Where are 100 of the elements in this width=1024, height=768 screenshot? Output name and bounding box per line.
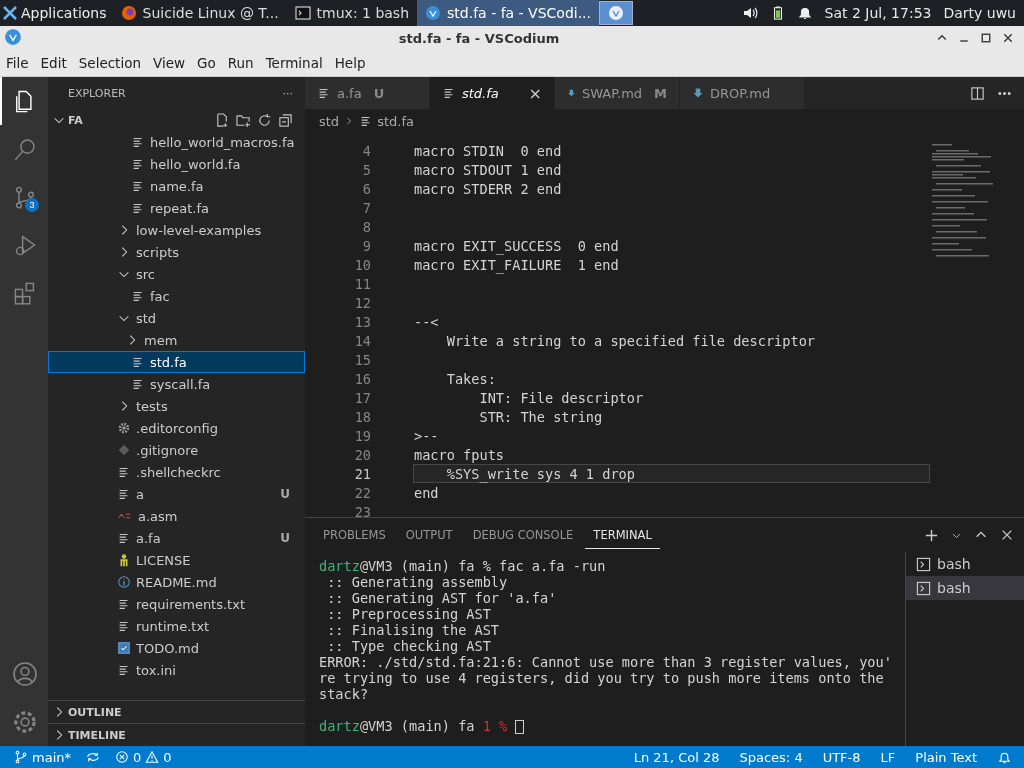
explorer-folder[interactable]: src	[48, 263, 305, 285]
line-number: 23	[353, 503, 372, 520]
menu-item[interactable]: Run	[221, 55, 260, 71]
settings-icon[interactable]	[12, 709, 38, 735]
line-number: 17	[353, 389, 372, 406]
file-lines-icon	[131, 135, 145, 149]
refresh-icon[interactable]	[257, 112, 272, 128]
line-number: 14	[353, 332, 372, 349]
editor-tab[interactable]: DROP.md	[680, 77, 805, 109]
explorer-folder[interactable]: tests	[48, 395, 305, 417]
explorer-entry[interactable]: .editorconfig	[48, 417, 305, 439]
close-icon[interactable]	[1002, 32, 1014, 44]
folder-header[interactable]: FA	[48, 109, 305, 131]
new-folder-icon[interactable]	[236, 112, 251, 128]
workspace-button[interactable]	[599, 1, 634, 25]
plus-icon[interactable]	[924, 527, 939, 543]
explorer-entry[interactable]: name.fa	[48, 175, 305, 197]
explorer-entry[interactable]: fac	[48, 285, 305, 307]
branch-status[interactable]: main*	[14, 749, 71, 765]
editor-tab[interactable]: std.fa ×	[430, 77, 555, 109]
code-line: >--	[413, 427, 440, 445]
menu-item[interactable]: View	[146, 55, 191, 71]
explorer-entry[interactable]: syscall.fa	[48, 373, 305, 395]
panel-tab[interactable]: PROBLEMS	[315, 521, 394, 549]
file-lines-icon	[131, 289, 145, 303]
explorer-folder[interactable]: low-level-examples	[48, 219, 305, 241]
new-file-icon[interactable]	[215, 112, 230, 128]
explorer-entry[interactable]: a U	[48, 483, 305, 505]
panel-tab[interactable]: TERMINAL	[585, 521, 660, 549]
explorer-entry[interactable]: repeat.fa	[48, 197, 305, 219]
terminal-item[interactable]: bash	[906, 552, 1024, 576]
menu-item[interactable]: Terminal	[259, 55, 329, 71]
maximize-icon[interactable]	[980, 32, 992, 44]
status-item[interactable]: Spaces: 4	[739, 749, 803, 765]
menu-item[interactable]: Help	[328, 55, 372, 71]
explorer-entry[interactable]: a.fa U	[48, 527, 305, 549]
activity-button[interactable]: 3	[0, 173, 48, 221]
menu-item[interactable]: Edit	[34, 55, 73, 71]
explorer-folder[interactable]: scripts	[48, 241, 305, 263]
file-lines-icon	[117, 465, 131, 479]
terminal-icon	[916, 556, 931, 572]
sidebar-title: EXPLORER	[68, 86, 127, 100]
collapse-icon[interactable]	[278, 112, 293, 128]
explorer-entry[interactable]: requirements.txt	[48, 593, 305, 615]
more-button[interactable]: ···	[282, 86, 293, 100]
editor-tab[interactable]: SWAP.md M	[555, 77, 680, 109]
breadcrumb-item[interactable]: std	[319, 113, 340, 129]
explorer-entry[interactable]: .shellcheckrc	[48, 461, 305, 483]
status-item[interactable]: Ln 21, Col 28	[633, 749, 720, 765]
explorer-folder[interactable]: std	[48, 307, 305, 329]
panel-tab[interactable]: DEBUG CONSOLE	[464, 521, 582, 549]
app-logo-icon	[608, 5, 625, 21]
explorer-entry[interactable]: runtime.txt	[48, 615, 305, 637]
explorer-entry[interactable]: tox.ini	[48, 659, 305, 681]
terminal-item[interactable]: bash	[906, 576, 1024, 600]
split-editor-icon[interactable]	[970, 85, 985, 101]
terminal-icon	[294, 5, 311, 21]
file-lines-icon	[117, 663, 131, 677]
breadcrumb-item[interactable]: std.fa	[377, 113, 414, 129]
terminal-line: :: Finalising the AST	[326, 622, 500, 638]
code-line: macro STDOUT 1 end	[413, 161, 563, 179]
down-arrow-icon	[692, 86, 704, 100]
user-name[interactable]: Darty uwu	[943, 5, 1016, 21]
explorer-entry[interactable]: LICENSE	[48, 549, 305, 571]
menu-item[interactable]: Go	[191, 55, 222, 71]
code-line: STR: The string	[478, 408, 604, 426]
terminal-line: dartz@VM3 (main) fa % fac a.fa -run	[319, 558, 606, 574]
menu-item[interactable]: File	[0, 55, 35, 71]
section-header[interactable]: OUTLINE	[48, 700, 305, 723]
problems-status[interactable]: 0 0	[115, 749, 172, 765]
status-item[interactable]: UTF-8	[822, 749, 861, 765]
explorer-entry[interactable]: hello_world_macros.fa	[48, 131, 305, 153]
code-line: Write a string to a specified file descriptor	[445, 332, 817, 350]
terminal-line: :: Generating assembly	[326, 574, 508, 590]
status-item[interactable]: Plain Text	[915, 749, 977, 765]
explorer-entry[interactable]: .gitignore	[48, 439, 305, 461]
status-item[interactable]: LF	[880, 749, 896, 765]
bell-icon[interactable]	[796, 5, 813, 21]
panel-tab[interactable]: OUTPUT	[397, 521, 461, 549]
window-title: std.fa - fa - VSCodium	[397, 30, 561, 46]
code-line: macro EXIT_FAILURE 1 end	[413, 256, 620, 274]
explorer-entry[interactable]: a.asm	[48, 505, 305, 527]
applications-menu[interactable]: Applications	[0, 0, 113, 26]
file-lines-icon	[317, 86, 331, 100]
terminal-line: :: Type checking AST	[326, 638, 491, 654]
explorer-entry[interactable]: README.md	[48, 571, 305, 593]
account-icon[interactable]	[12, 661, 38, 687]
explorer-folder[interactable]: mem	[48, 329, 305, 351]
clock-text[interactable]: Sat 2 Jul, 17:53	[824, 5, 932, 21]
terminal-line: :: Preprocessing AST	[326, 606, 491, 622]
taskbar-button[interactable]: std.fa - fa - VSCodi...	[417, 0, 600, 26]
explorer-entry[interactable]: TODO.md	[48, 637, 305, 659]
editor-tab[interactable]: a.fa U	[305, 77, 430, 109]
file-lines-icon	[117, 597, 131, 611]
explorer-entry[interactable]: hello_world.fa	[48, 153, 305, 175]
sync-icon[interactable]	[85, 750, 101, 764]
explorer-entry[interactable]: std.fa	[48, 351, 305, 373]
menu-item[interactable]: Selection	[72, 55, 147, 71]
taskbar-button[interactable]: tmux: 1 bash	[286, 0, 418, 26]
taskbar-button[interactable]: Suicide Linux @ T...	[112, 0, 287, 26]
